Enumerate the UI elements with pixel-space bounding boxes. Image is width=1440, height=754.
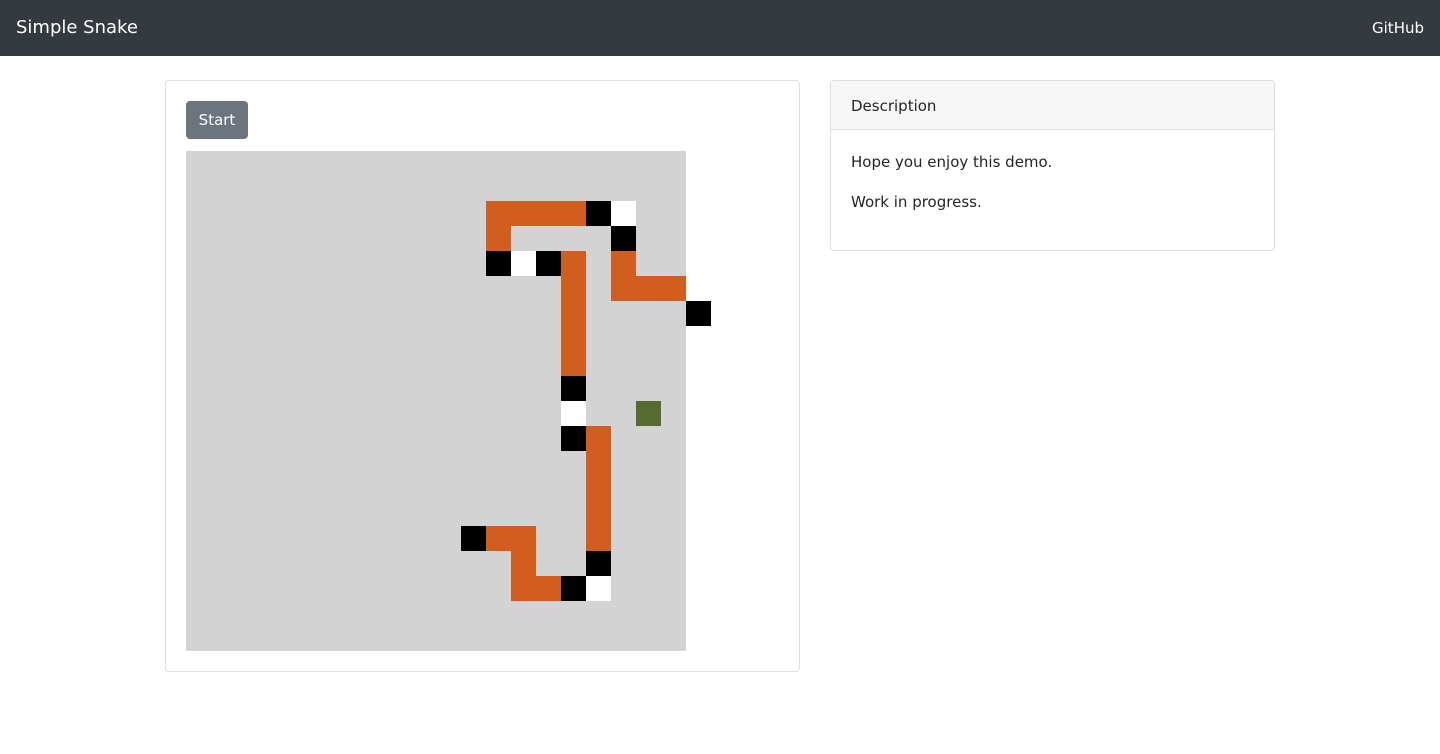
snake-segment [586, 476, 611, 501]
black-cell [486, 251, 511, 276]
brand-title[interactable]: Simple Snake [16, 17, 138, 39]
white-cell [561, 401, 586, 426]
white-cell [611, 201, 636, 226]
snake-segment [561, 351, 586, 376]
start-button[interactable]: Start [186, 101, 248, 139]
description-line: Hope you enjoy this demo. [851, 153, 1053, 171]
black-cell [536, 251, 561, 276]
snake-segment [511, 551, 536, 576]
white-cell [511, 251, 536, 276]
black-cell [561, 426, 586, 451]
snake-segment [586, 426, 611, 451]
snake-segment [561, 326, 586, 351]
game-card: Start [165, 80, 800, 672]
black-cell [686, 301, 711, 326]
description-card: Description Hope you enjoy this demo. Wo… [830, 80, 1275, 251]
description-line: Work in progress. [851, 193, 982, 211]
snake-segment [486, 526, 511, 551]
snake-segment [586, 501, 611, 526]
white-cell [586, 576, 611, 601]
snake-segment [561, 301, 586, 326]
snake-segment [611, 251, 636, 276]
snake-segment [511, 201, 536, 226]
snake-segment [511, 526, 536, 551]
black-cell [611, 226, 636, 251]
snake-segment [561, 251, 586, 276]
snake-segment [536, 576, 561, 601]
snake-segment [661, 276, 686, 301]
black-cell [461, 526, 486, 551]
snake-segment [561, 201, 586, 226]
description-header: Description [831, 81, 1274, 130]
snake-segment [511, 576, 536, 601]
navbar: Simple Snake GitHub [0, 0, 1440, 56]
game-board[interactable] [186, 151, 711, 651]
description-title: Description [851, 97, 937, 115]
snake-segment [586, 451, 611, 476]
black-cell [561, 376, 586, 401]
snake-segment [636, 276, 661, 301]
snake-segment [536, 201, 561, 226]
snake-segment [586, 526, 611, 551]
black-cell [586, 551, 611, 576]
snake-segment [486, 226, 511, 251]
github-link[interactable]: GitHub [1372, 18, 1424, 38]
food-cell [636, 401, 661, 426]
black-cell [561, 576, 586, 601]
snake-segment [561, 276, 586, 301]
snake-segment [611, 276, 636, 301]
black-cell [586, 201, 611, 226]
snake-segment [486, 201, 511, 226]
